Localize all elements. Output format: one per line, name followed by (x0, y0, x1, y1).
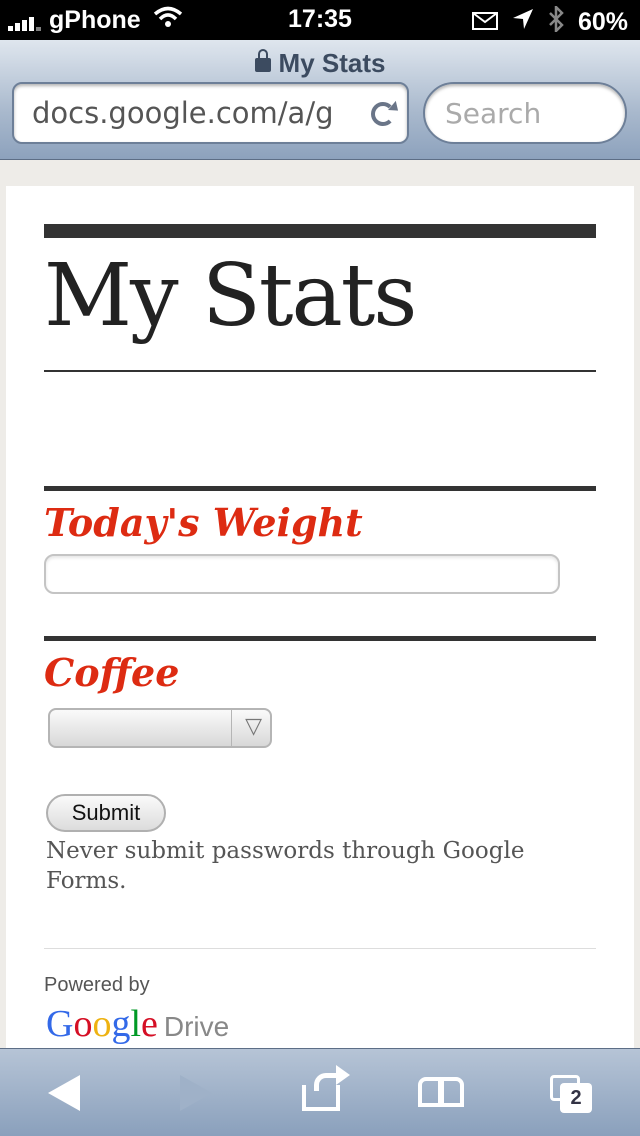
lock-icon (254, 49, 271, 72)
chevron-down-icon: ▽ (245, 714, 262, 739)
submit-button[interactable]: Submit (46, 794, 166, 832)
bluetooth-icon (548, 3, 564, 39)
page-content: My Stats Today's Weight Coffee ▽ Submit … (6, 186, 634, 1048)
bookmarks-icon[interactable] (418, 1071, 468, 1115)
address-bar[interactable]: docs.google.com/a/g (12, 82, 409, 144)
url-text: docs.google.com/a/g (32, 96, 334, 130)
form-title: My Stats (44, 246, 417, 346)
tab-count: 2 (560, 1083, 592, 1113)
search-placeholder: Search (445, 97, 542, 130)
powered-by-text: Powered by (44, 974, 150, 996)
forward-icon[interactable] (170, 1071, 220, 1115)
reload-icon[interactable] (371, 102, 395, 126)
footer-divider (44, 948, 596, 949)
browser-title-text: My Stats (278, 48, 386, 78)
password-warning: Never submit passwords through Google Fo… (46, 838, 525, 894)
back-icon[interactable] (40, 1071, 90, 1115)
weight-input[interactable] (44, 554, 560, 594)
tabs-icon[interactable]: 2 (546, 1071, 596, 1115)
coffee-label: Coffee (44, 650, 180, 695)
location-icon (512, 8, 534, 37)
coffee-select[interactable]: ▽ (48, 708, 272, 748)
status-bar: gPhone 17:35 60% (0, 0, 640, 40)
title-bottom-rule (44, 370, 596, 372)
drive-label: Drive (163, 1011, 230, 1042)
question-divider (44, 486, 596, 491)
google-drive-logo[interactable]: Google Drive (46, 1002, 229, 1046)
title-top-rule (44, 224, 596, 238)
browser-chrome: My Stats docs.google.com/a/g Search (0, 40, 640, 160)
battery-percent: 60% (577, 8, 628, 36)
mail-icon (471, 8, 498, 37)
browser-page-title: My Stats (0, 48, 640, 79)
question-divider (44, 636, 596, 641)
status-right: 60% (458, 3, 628, 39)
browser-toolbar: 2 (0, 1048, 640, 1136)
weight-label: Today's Weight (44, 500, 363, 545)
share-icon[interactable] (298, 1065, 350, 1115)
search-input[interactable]: Search (423, 82, 627, 144)
